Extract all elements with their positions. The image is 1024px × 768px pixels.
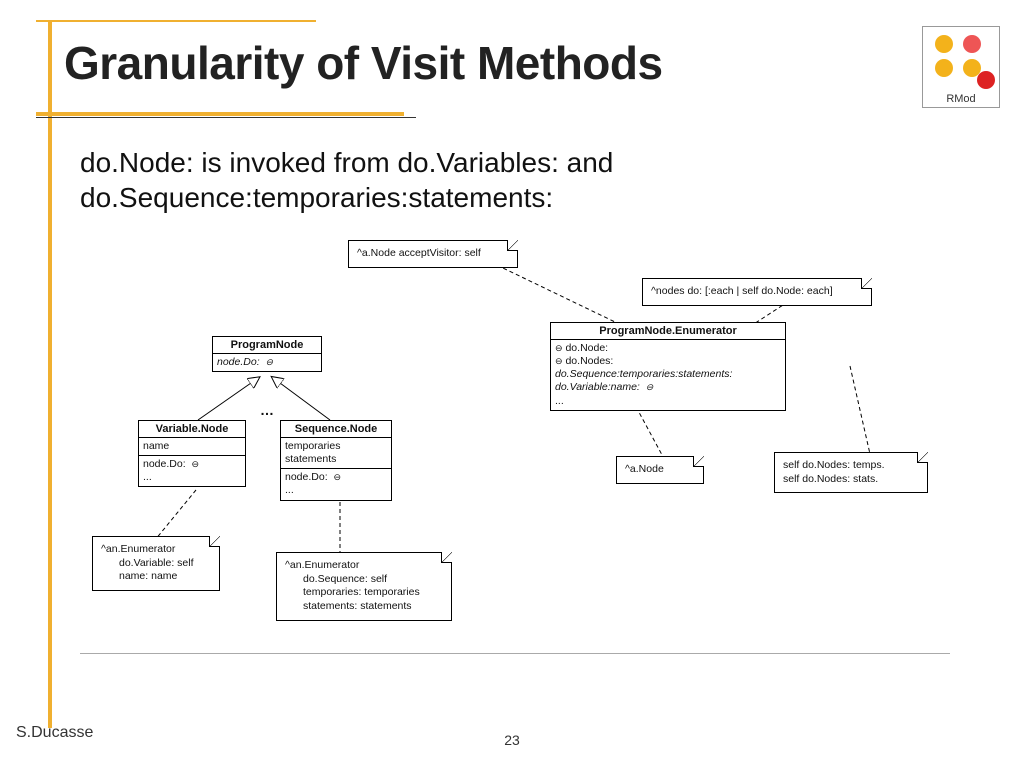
class-method: ⊖ do.Nodes: (555, 355, 781, 368)
note-line: do.Sequence: self (285, 573, 443, 587)
class-title: Variable.Node (139, 421, 245, 438)
class-variable-node: Variable.Node name node.Do: ⊖ ... (138, 420, 246, 487)
class-method: node.Do: ⊖ (143, 458, 241, 471)
page-title: Granularity of Visit Methods (64, 36, 663, 90)
note-line: ^an.Enumerator (101, 543, 211, 557)
accent-title-underline (36, 112, 404, 118)
class-program-node-enumerator: ProgramNode.Enumerator ⊖ do.Node: ⊖ do.N… (550, 322, 786, 411)
rmod-logo: RMod (922, 26, 1000, 108)
class-method: ... (143, 471, 241, 484)
class-method: ... (285, 484, 387, 497)
class-method: do.Variable:name: ⊖ (555, 381, 781, 394)
class-method: node.Do: ⊖ (285, 471, 387, 484)
uml-diagram: ^a.Node acceptVisitor: self ^nodes do: [… (80, 230, 960, 660)
logo-dot-icon (963, 35, 981, 53)
accent-top-thin (36, 20, 316, 22)
note-line: ^an.Enumerator (285, 559, 443, 573)
note-enumerator-sequence: ^an.Enumerator do.Sequence: self tempora… (276, 552, 452, 621)
class-method: node.Do: ⊖ (213, 354, 321, 371)
note-a-node: ^a.Node (616, 456, 704, 484)
logo-dot-icon (977, 71, 995, 89)
note-line: temporaries: temporaries (285, 586, 443, 600)
class-title: ProgramNode.Enumerator (551, 323, 785, 340)
note-self-do-nodes: self do.Nodes: temps. self do.Nodes: sta… (774, 452, 928, 493)
note-nodes-do-each: ^nodes do: [:each | self do.Node: each] (642, 278, 872, 306)
note-line: name: name (101, 570, 211, 584)
accent-vertical (48, 20, 52, 728)
class-method: do.Sequence:temporaries:statements: (555, 368, 781, 381)
note-line: statements: statements (285, 600, 443, 614)
logo-dot-icon (935, 59, 953, 77)
class-title: Sequence.Node (281, 421, 391, 438)
diagram-separator (80, 653, 950, 654)
logo-label: RMod (923, 93, 999, 105)
footer-author: S.Ducasse (16, 724, 93, 742)
class-program-node: ProgramNode node.Do: ⊖ (212, 336, 322, 372)
class-attribute: temporaries (285, 440, 387, 453)
note-line: do.Variable: self (101, 557, 211, 571)
note-line: self do.Nodes: stats. (783, 473, 919, 487)
class-sequence-node: Sequence.Node temporaries statements nod… (280, 420, 392, 501)
class-attribute: statements (285, 453, 387, 466)
note-accept-visitor: ^a.Node acceptVisitor: self (348, 240, 518, 268)
class-method: ⊖ do.Node: (555, 342, 781, 355)
logo-dot-icon (935, 35, 953, 53)
body-paragraph: do.Node: is invoked from do.Variables: a… (80, 145, 840, 215)
note-enumerator-variable: ^an.Enumerator do.Variable: self name: n… (92, 536, 220, 591)
class-title: ProgramNode (213, 337, 321, 354)
class-attribute: name (139, 438, 245, 456)
class-method: ... (555, 395, 781, 408)
ellipsis-icon: … (260, 402, 275, 418)
note-line: self do.Nodes: temps. (783, 459, 919, 473)
footer-page-number: 23 (504, 732, 520, 748)
